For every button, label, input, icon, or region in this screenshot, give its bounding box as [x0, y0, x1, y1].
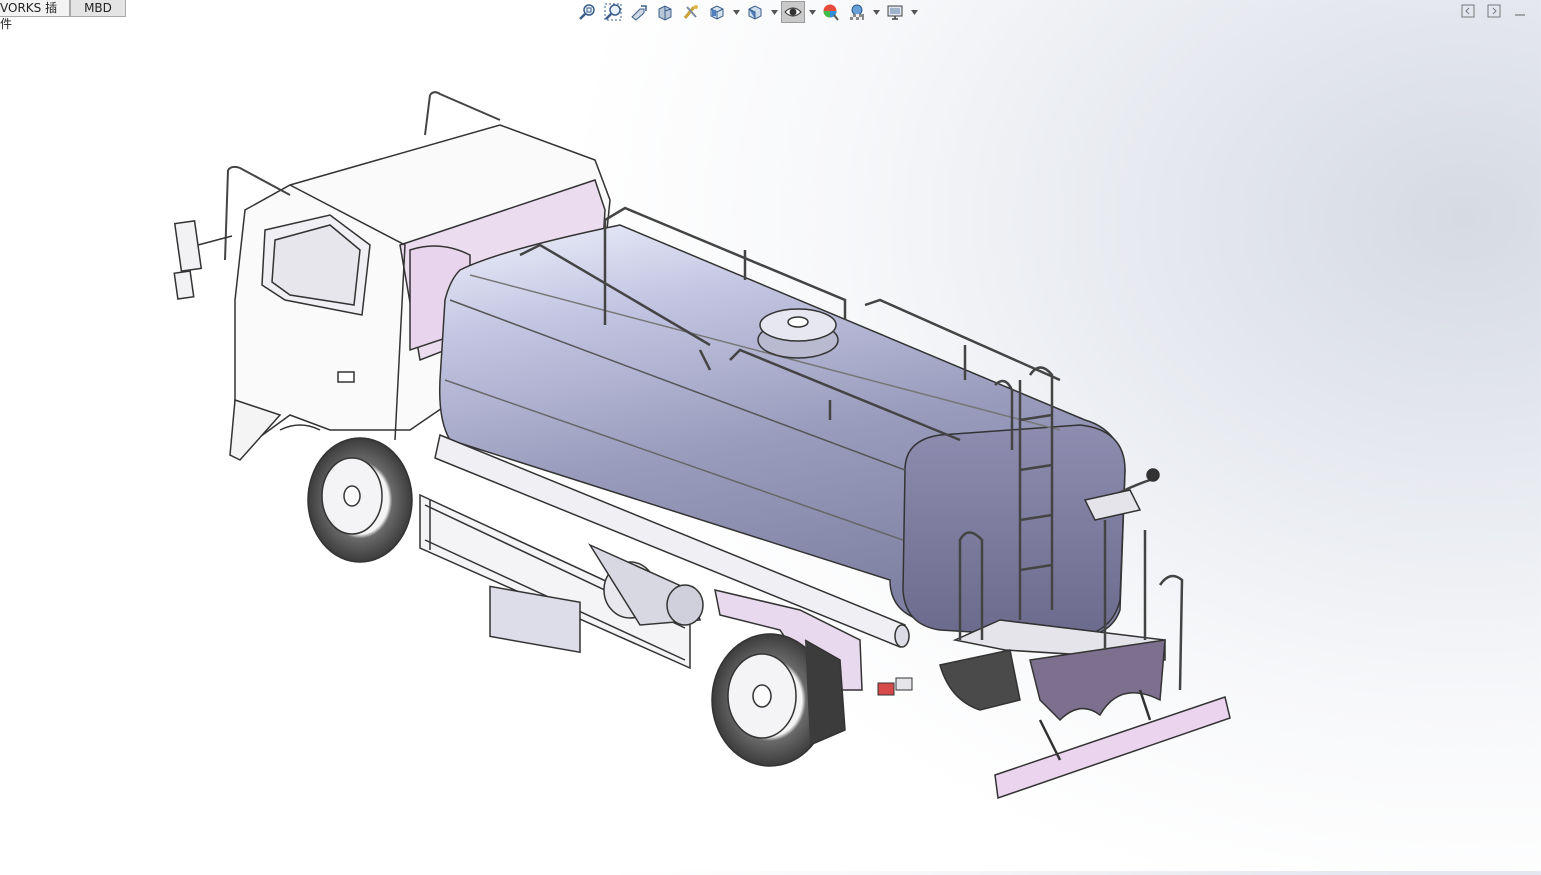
hide-show-dropdown-icon[interactable]: [807, 1, 817, 23]
heads-up-view-toolbar: [575, 0, 921, 24]
hide-show-items-icon[interactable]: [781, 1, 805, 23]
dynamic-annotation-views-icon[interactable]: [679, 1, 703, 23]
command-manager-tabs: VORKS 插件 MBD: [0, 0, 126, 31]
restore-right-icon[interactable]: [1483, 2, 1505, 20]
tail-lights: [877, 677, 913, 696]
view-orientation-dropdown-icon[interactable]: [731, 1, 741, 23]
rear-wheel: [711, 633, 846, 767]
rear-platform: [939, 619, 1166, 722]
minimize-icon[interactable]: [1509, 2, 1531, 20]
side-mirror: [173, 219, 233, 300]
zoom-to-area-icon[interactable]: [601, 1, 625, 23]
view-settings-dropdown-icon[interactable]: [909, 1, 919, 23]
water-tanker-model: [173, 91, 1231, 800]
tab-mbd[interactable]: MBD: [70, 0, 126, 17]
graphics-area[interactable]: [0, 26, 1541, 871]
view-settings-icon[interactable]: [883, 1, 907, 23]
window-controls: [1453, 2, 1531, 20]
restore-left-icon[interactable]: [1457, 2, 1479, 20]
section-view-icon[interactable]: [653, 1, 677, 23]
display-style-icon[interactable]: [743, 1, 767, 23]
rear-spray-bar: [994, 689, 1231, 800]
edit-appearance-icon[interactable]: [819, 1, 843, 23]
tab-solidworks-addins[interactable]: VORKS 插件: [0, 0, 70, 31]
zoom-to-fit-icon[interactable]: [575, 1, 599, 23]
view-orientation-icon[interactable]: [705, 1, 729, 23]
tank-manhole: [757, 308, 839, 359]
apply-scene-dropdown-icon[interactable]: [871, 1, 881, 23]
front-wheel: [307, 437, 413, 563]
apply-scene-icon[interactable]: [845, 1, 869, 23]
previous-view-icon[interactable]: [627, 1, 651, 23]
display-style-dropdown-icon[interactable]: [769, 1, 779, 23]
